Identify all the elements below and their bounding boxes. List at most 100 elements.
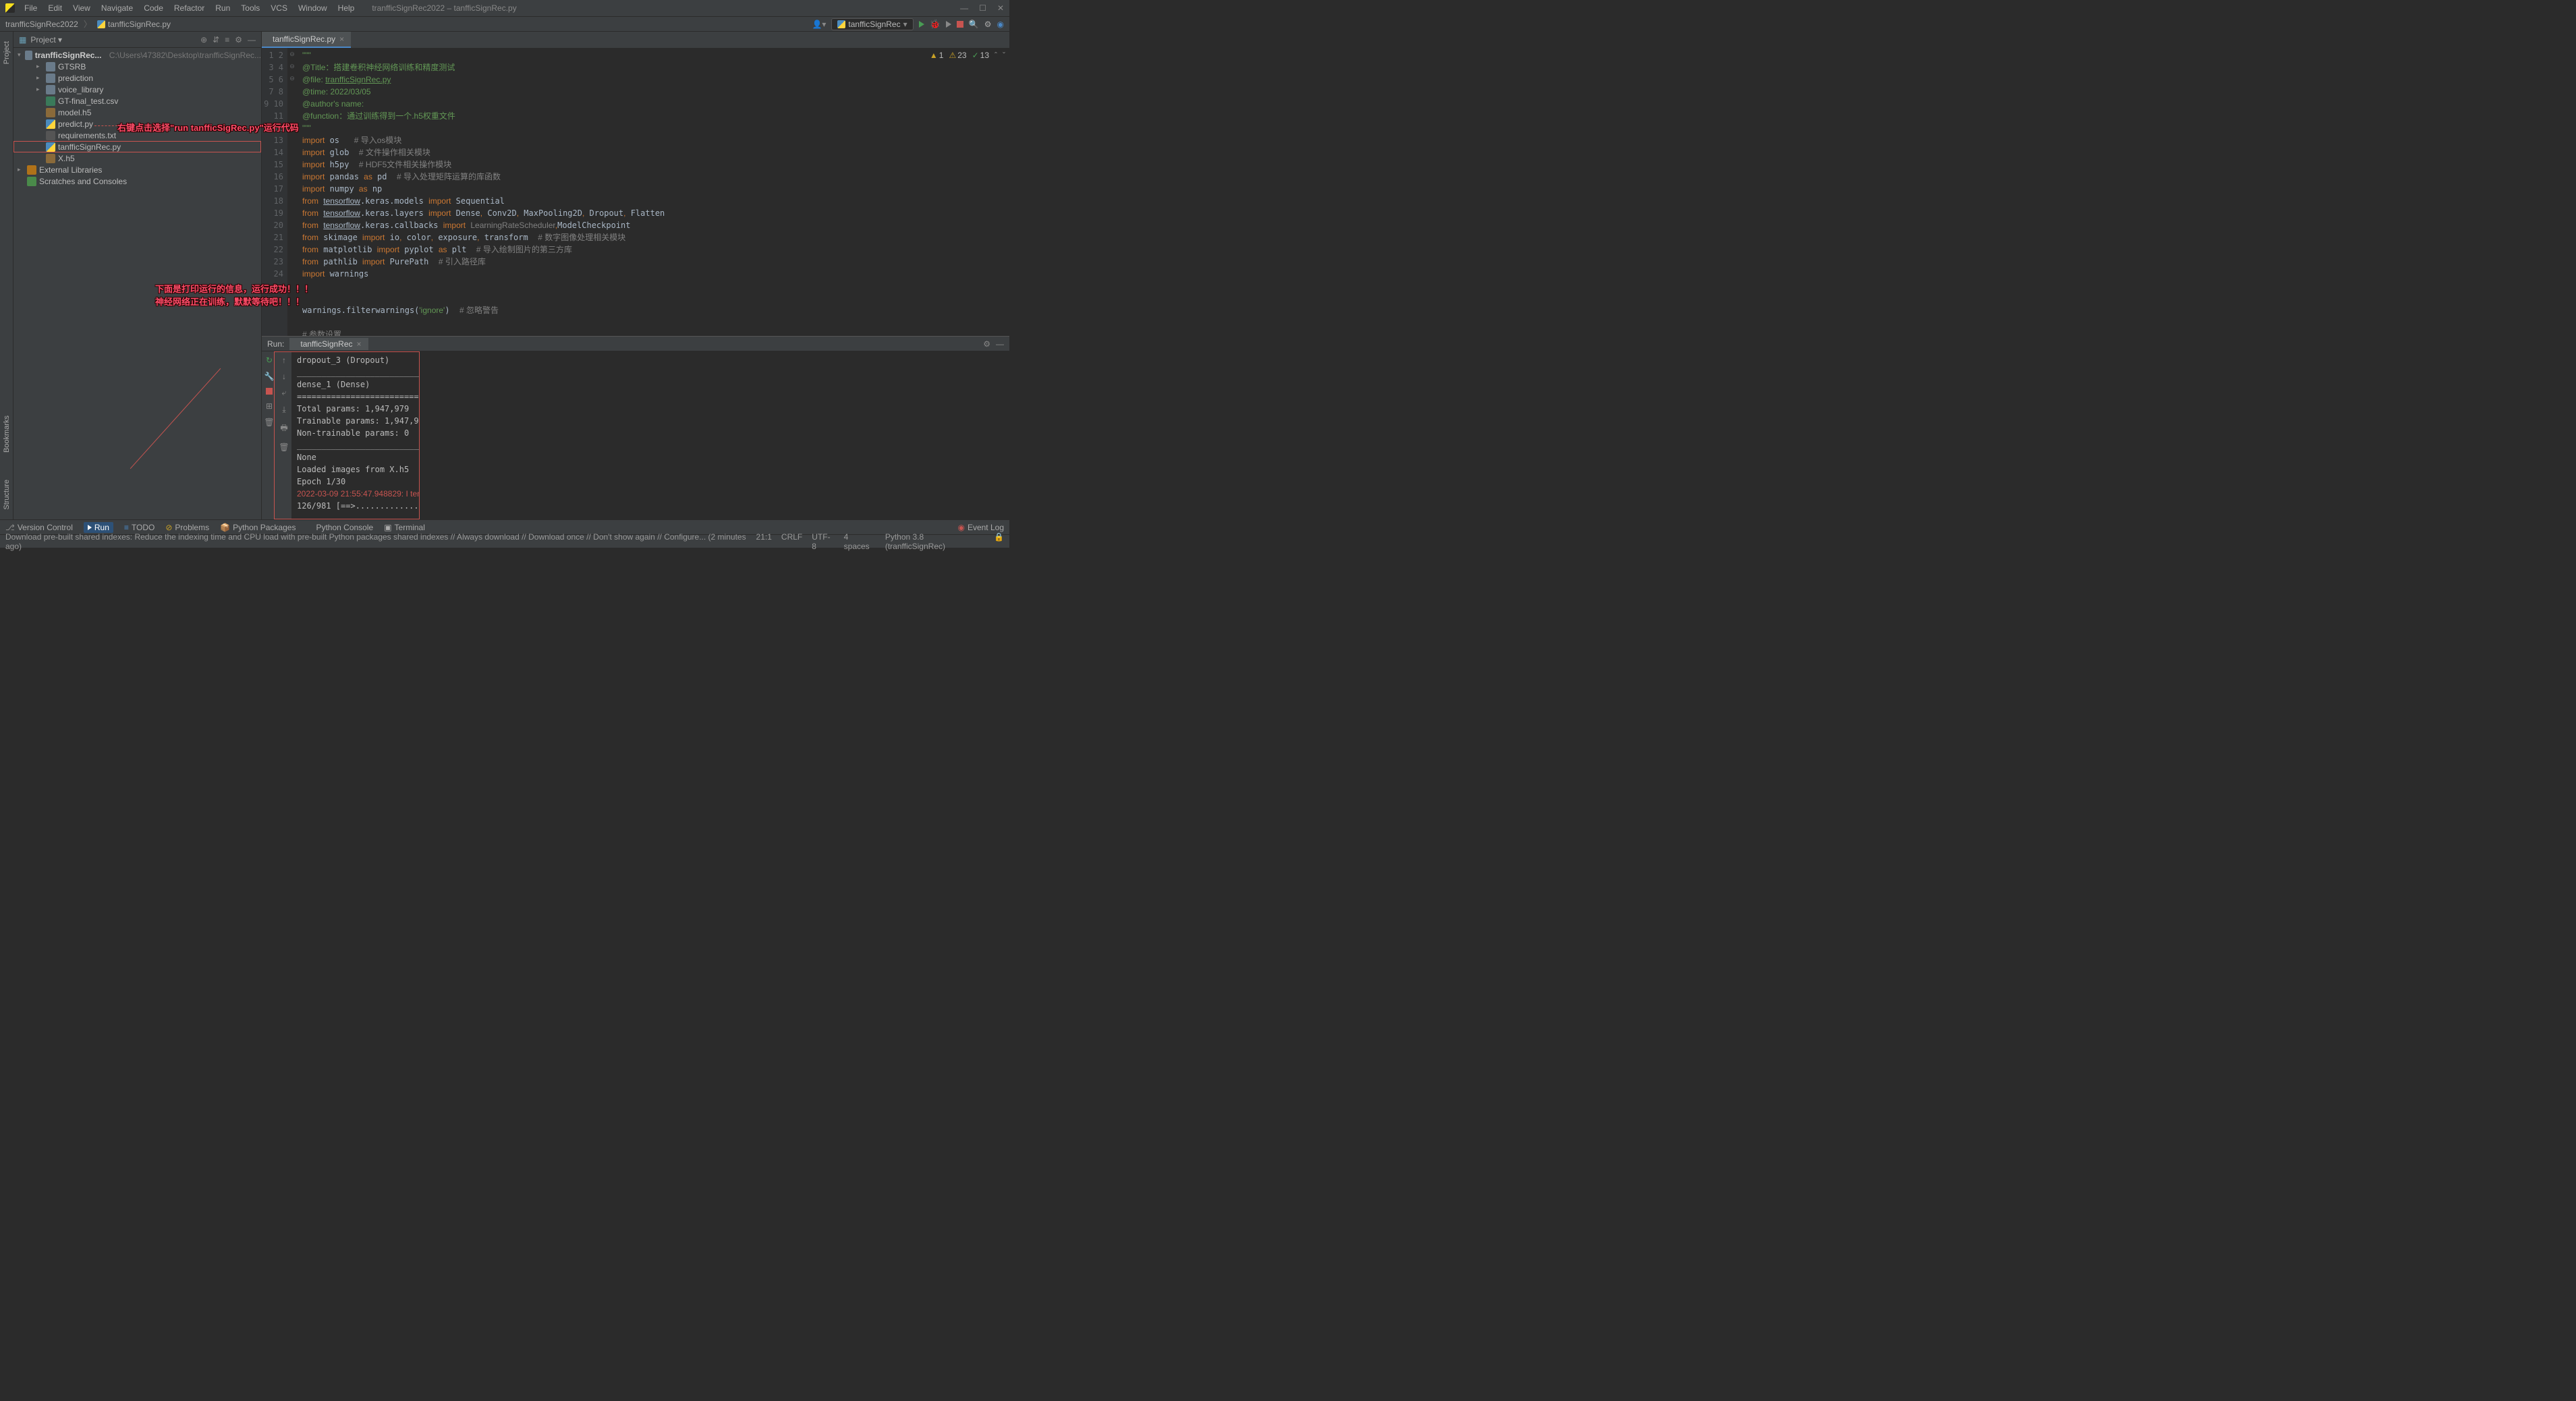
window-title: tranfficSignRec2022 – tanfficSignRec.py: [372, 3, 516, 13]
tool-tab-bookmarks[interactable]: Bookmarks: [1, 411, 12, 457]
warning-count[interactable]: 23: [949, 51, 966, 60]
trash-icon[interactable]: 🗑: [264, 418, 274, 427]
tree-external-libraries[interactable]: ▸External Libraries: [13, 164, 261, 175]
tab-event-log[interactable]: ◉Event Log: [957, 523, 1004, 532]
hide-icon[interactable]: —: [248, 35, 256, 45]
gear-icon[interactable]: ⚙: [235, 35, 242, 45]
print-icon[interactable]: 🖶: [280, 422, 287, 436]
down-icon[interactable]: ↓: [282, 372, 286, 381]
expand-all-icon[interactable]: ⇵: [213, 35, 219, 45]
error-count[interactable]: 1: [930, 51, 944, 60]
scroll-to-end-icon[interactable]: ⤓: [282, 405, 285, 415]
menu-edit[interactable]: Edit: [44, 2, 66, 14]
tree-item-requirements.txt[interactable]: requirements.txt: [13, 130, 261, 141]
inspection-widget[interactable]: 1 23 13 ˆ ˇ: [930, 51, 1005, 60]
code-area[interactable]: """ @Title：搭建卷积神经网络训练和精度测试 @file: tranff…: [297, 48, 1009, 336]
line-number-gutter: 1 2 3 4 5 6 7 8 9 10 11 12 13 14 15 16 1…: [262, 48, 287, 336]
menu-window[interactable]: Window: [294, 2, 331, 14]
run-title: Run:: [267, 339, 284, 349]
weak-warning-count[interactable]: 13: [972, 51, 989, 60]
tab-python-packages[interactable]: 📦Python Packages: [220, 523, 296, 532]
stop-icon[interactable]: [957, 21, 963, 28]
line-separator[interactable]: CRLF: [781, 532, 802, 551]
tree-item-voice_library[interactable]: ▸voice_library: [13, 84, 261, 95]
lock-icon[interactable]: 🔒: [994, 532, 1004, 551]
project-tree[interactable]: ▾tranfficSignRec... C:\Users\47382\Deskt…: [13, 48, 261, 519]
chevron-down-icon[interactable]: ˇ: [1003, 51, 1005, 60]
stop-icon[interactable]: [266, 388, 273, 395]
debug-icon[interactable]: 🐞: [930, 19, 941, 30]
caret-position[interactable]: 21:1: [756, 532, 772, 551]
menu-navigate[interactable]: Navigate: [97, 2, 137, 14]
maximize-icon[interactable]: ☐: [979, 3, 986, 13]
tool-tab-project[interactable]: Project: [1, 37, 12, 68]
gear-icon[interactable]: ⚙: [983, 339, 990, 349]
tree-scratches[interactable]: Scratches and Consoles: [13, 175, 261, 187]
rerun-icon[interactable]: ↻: [266, 355, 273, 365]
user-icon[interactable]: 👤▾: [812, 20, 826, 29]
editor-tab[interactable]: tanfficSignRec.py ×: [262, 32, 351, 48]
tree-item-tanfficSignRec.py[interactable]: tanfficSignRec.py: [13, 141, 261, 152]
ide-features-icon[interactable]: ◉: [997, 20, 1004, 29]
app-root: File Edit View Navigate Code Refactor Ru…: [0, 0, 1009, 548]
menu-help[interactable]: Help: [334, 2, 359, 14]
menu-refactor[interactable]: Refactor: [170, 2, 208, 14]
tree-item-model.h5[interactable]: model.h5: [13, 107, 261, 118]
status-bar: Download pre-built shared indexes: Reduc…: [0, 534, 1009, 548]
close-tab-icon[interactable]: ×: [357, 339, 362, 349]
menu-tools[interactable]: Tools: [237, 2, 264, 14]
tab-run[interactable]: Run: [84, 522, 113, 533]
tree-item-GT-final_test.csv[interactable]: GT-final_test.csv: [13, 95, 261, 107]
locate-icon[interactable]: ⊕: [200, 35, 207, 45]
tree-item-GTSRB[interactable]: ▸GTSRB: [13, 61, 261, 72]
tab-version-control[interactable]: ⎇Version Control: [5, 523, 73, 532]
tree-item-X.h5[interactable]: X.h5: [13, 152, 261, 164]
search-icon[interactable]: 🔍: [969, 20, 979, 29]
menu-view[interactable]: View: [69, 2, 94, 14]
interpreter-info[interactable]: Python 3.8 (tranfficSignRec): [885, 532, 984, 551]
tab-problems[interactable]: ⊘Problems: [165, 523, 209, 532]
menu-file[interactable]: File: [20, 2, 41, 14]
layout-icon[interactable]: ⊞: [266, 401, 273, 411]
close-icon[interactable]: ✕: [997, 3, 1004, 13]
tool-tab-structure[interactable]: Structure: [1, 476, 12, 514]
left-tool-strip: Project Bookmarks Structure: [0, 32, 13, 519]
wrench-icon[interactable]: 🔧: [264, 372, 275, 381]
file-encoding[interactable]: UTF-8: [812, 532, 834, 551]
gear-icon[interactable]: ⚙: [984, 20, 992, 29]
python-file-icon: [837, 20, 845, 28]
clear-icon[interactable]: 🗑: [279, 442, 289, 452]
run-coverage-icon[interactable]: [946, 21, 951, 28]
soft-wrap-icon[interactable]: ⤶: [282, 388, 287, 398]
tab-todo[interactable]: ≡TODO: [124, 523, 155, 532]
menu-run[interactable]: Run: [211, 2, 234, 14]
editor-area: tanfficSignRec.py × 1 2 3 4 5 6 7 8 9 10…: [262, 32, 1009, 519]
run-tab[interactable]: tanfficSignRec ×: [289, 338, 368, 350]
tab-python-console[interactable]: Python Console: [306, 523, 373, 532]
tree-item-predict.py[interactable]: predict.py: [13, 118, 261, 130]
project-view-selector[interactable]: Project ▾: [30, 35, 62, 45]
collapse-all-icon[interactable]: ≡: [225, 35, 229, 45]
breadcrumb[interactable]: tranfficSignRec2022 〉 tanfficSignRec.py: [5, 18, 171, 30]
up-icon[interactable]: ↑: [282, 355, 286, 365]
tree-root[interactable]: ▾tranfficSignRec... C:\Users\47382\Deskt…: [13, 49, 261, 61]
minimize-icon[interactable]: —: [960, 3, 968, 13]
status-message[interactable]: Download pre-built shared indexes: Reduc…: [5, 532, 756, 551]
chevron-up-icon[interactable]: ˆ: [995, 51, 997, 60]
editor-body[interactable]: 1 2 3 4 5 6 7 8 9 10 11 12 13 14 15 16 1…: [262, 48, 1009, 336]
menu-code[interactable]: Code: [140, 2, 167, 14]
run-console[interactable]: dropout_3 (Dropout) (None, 512) 0 ______…: [291, 351, 420, 519]
main-body: Project Bookmarks Structure ▦ Project ▾ …: [0, 32, 1009, 519]
tab-terminal[interactable]: ▣Terminal: [384, 523, 425, 532]
breadcrumb-file[interactable]: tanfficSignRec.py: [108, 20, 171, 29]
run-config-selector[interactable]: tanfficSignRec ▾: [831, 18, 913, 30]
run-icon[interactable]: [919, 21, 924, 28]
app-logo-icon: [5, 3, 15, 13]
breadcrumb-project[interactable]: tranfficSignRec2022: [5, 20, 78, 29]
hide-icon[interactable]: —: [996, 339, 1004, 349]
menu-vcs[interactable]: VCS: [267, 2, 291, 14]
fold-gutter[interactable]: ⊖ ⊖ ⊖: [287, 48, 297, 336]
tree-item-prediction[interactable]: ▸prediction: [13, 72, 261, 84]
indent-info[interactable]: 4 spaces: [844, 532, 876, 551]
close-tab-icon[interactable]: ×: [339, 34, 344, 44]
